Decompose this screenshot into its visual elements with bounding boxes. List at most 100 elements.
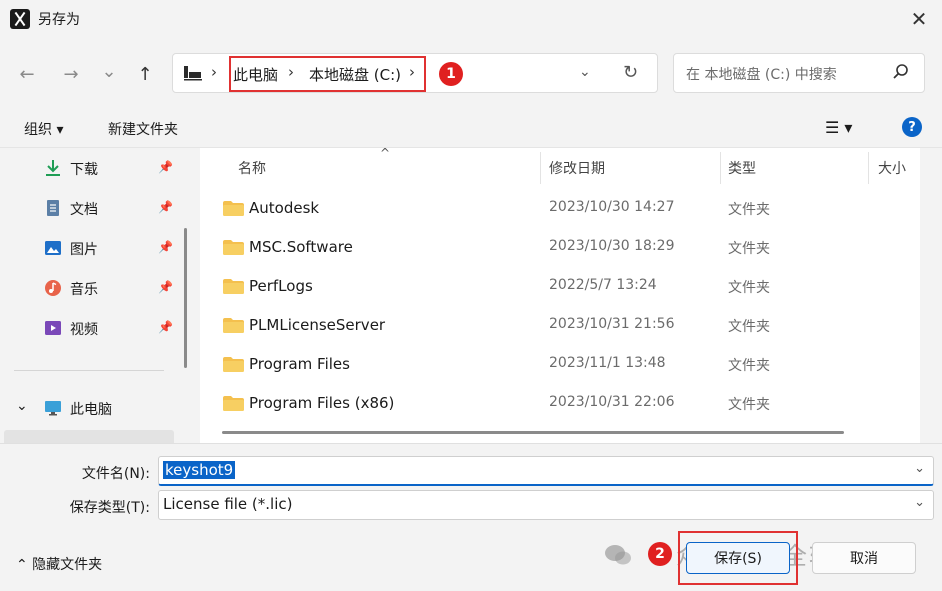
sort-ascending-icon: ^ — [380, 146, 391, 160]
computer-icon — [184, 66, 202, 81]
window-title: 另存为 — [38, 12, 80, 28]
file-modified: 2023/10/31 21:56 — [549, 316, 675, 332]
pin-icon[interactable]: 📌 — [158, 280, 173, 294]
title-bar: 另存为 ✕ — [0, 0, 942, 38]
file-modified: 2023/10/30 18:29 — [549, 238, 675, 254]
search-input[interactable]: 在 本地磁盘 (C:) 中搜索 — [686, 64, 837, 84]
navigation-bar: ← → ⌄ ↑ › 此电脑 › 本地磁盘 (C:) › 1 ⌄ ↻ 在 本地磁盘… — [0, 38, 942, 108]
sidebar-item-pictures[interactable]: 图片 📌 — [0, 230, 180, 266]
chevron-down-icon[interactable]: ⌄ — [914, 495, 925, 510]
close-button[interactable]: ✕ — [896, 0, 942, 38]
refresh-icon[interactable]: ↻ — [623, 62, 638, 83]
annotation-badge-2: 2 — [648, 542, 672, 566]
column-header-size[interactable]: 大小 — [878, 148, 906, 184]
sidebar-selected-item[interactable] — [4, 430, 174, 443]
horizontal-scrollbar[interactable] — [222, 431, 844, 434]
sidebar-item-label: 视频 — [70, 322, 98, 338]
file-type: 文件夹 — [728, 397, 770, 413]
file-modified: 2023/10/31 22:06 — [549, 394, 675, 410]
download-icon — [46, 160, 60, 176]
column-divider[interactable] — [720, 152, 721, 184]
column-divider[interactable] — [540, 152, 541, 184]
annotation-box-2 — [678, 531, 798, 585]
new-folder-button[interactable]: 新建文件夹 — [108, 119, 178, 139]
file-type: 文件夹 — [728, 280, 770, 296]
vertical-scrollbar-track[interactable] — [920, 148, 942, 443]
filename-field[interactable]: keyshot9 ⌄ — [158, 456, 934, 486]
sidebar-item-label: 此电脑 — [70, 402, 112, 418]
back-button[interactable]: ← — [12, 61, 42, 87]
help-icon[interactable]: ? — [902, 117, 922, 137]
command-bar: 组织 ▾ 新建文件夹 ☰ ▾ ? — [0, 108, 942, 148]
file-name: Autodesk — [249, 199, 320, 217]
sidebar-item-music[interactable]: 音乐 📌 — [0, 270, 180, 306]
sidebar-scrollbar[interactable] — [184, 228, 187, 368]
recent-locations-button[interactable]: ⌄ — [94, 58, 124, 84]
sidebar-item-this-pc[interactable]: ⌄ 此电脑 — [0, 390, 180, 426]
organize-button[interactable]: 组织 ▾ — [24, 119, 63, 139]
table-row[interactable]: MSC.Software 2023/10/30 18:29 文件夹 — [200, 227, 920, 266]
app-icon — [10, 9, 30, 29]
column-header-type[interactable]: 类型 — [728, 148, 756, 184]
column-header-name[interactable]: 名称 — [238, 148, 266, 184]
search-box[interactable]: 在 本地磁盘 (C:) 中搜索 — [673, 53, 925, 93]
file-name: Program Files — [249, 355, 350, 373]
view-options-button[interactable]: ☰ ▾ — [825, 118, 852, 137]
sidebar-item-label: 图片 — [70, 242, 98, 258]
picture-icon — [45, 241, 61, 255]
hide-folders-button[interactable]: ⌃ 隐藏文件夹 — [16, 554, 102, 574]
table-row[interactable]: Program Files 2023/11/1 13:48 文件夹 — [200, 344, 920, 383]
table-row[interactable]: Autodesk 2023/10/30 14:27 文件夹 — [200, 188, 920, 227]
filetype-label: 保存类型(T): — [69, 500, 150, 516]
filetype-select[interactable]: License file (*.lic) ⌄ — [158, 490, 934, 520]
folder-icon — [223, 396, 244, 411]
table-row[interactable]: Program Files (x86) 2023/10/31 22:06 文件夹 — [200, 383, 920, 422]
sidebar-item-videos[interactable]: 视频 📌 — [0, 310, 180, 346]
file-modified: 2023/11/1 13:48 — [549, 355, 666, 371]
folder-icon — [223, 357, 244, 372]
file-modified: 2023/10/30 14:27 — [549, 199, 675, 215]
file-type: 文件夹 — [728, 358, 770, 374]
video-icon — [45, 321, 61, 335]
file-type: 文件夹 — [728, 202, 770, 218]
navigation-pane: 下载 📌 文档 📌 图片 📌 音乐 📌 视频 📌 ⌄ 此电脑 — [0, 148, 196, 443]
file-name: Program Files (x86) — [249, 394, 395, 412]
address-bar[interactable]: › 此电脑 › 本地磁盘 (C:) › 1 ⌄ ↻ — [172, 53, 658, 93]
pin-icon[interactable]: 📌 — [158, 200, 173, 214]
table-row[interactable]: PLMLicenseServer 2023/10/31 21:56 文件夹 — [200, 305, 920, 344]
sidebar-item-label: 音乐 — [70, 282, 98, 298]
file-modified: 2022/5/7 13:24 — [549, 277, 657, 293]
file-name: MSC.Software — [249, 238, 353, 256]
pin-icon[interactable]: 📌 — [158, 240, 173, 254]
save-form: 文件名(N): keyshot9 ⌄ 保存类型(T): License file… — [0, 443, 942, 591]
expand-chevron-icon[interactable]: ⌄ — [16, 398, 28, 414]
file-list: ^ 名称 修改日期 类型 大小 Autodesk 2023/10/30 14:2… — [200, 146, 920, 443]
folder-icon — [223, 240, 244, 255]
pin-icon[interactable]: 📌 — [158, 320, 173, 334]
breadcrumb-separator-icon: › — [211, 63, 217, 81]
search-icon[interactable] — [892, 63, 910, 81]
monitor-icon — [45, 401, 61, 416]
address-dropdown-icon[interactable]: ⌄ — [579, 64, 591, 80]
music-icon — [45, 280, 61, 296]
file-type: 文件夹 — [728, 241, 770, 257]
sidebar-item-downloads[interactable]: 下载 📌 — [0, 150, 180, 186]
pin-icon[interactable]: 📌 — [158, 160, 173, 174]
table-row[interactable]: PerfLogs 2022/5/7 13:24 文件夹 — [200, 266, 920, 305]
chevron-down-icon[interactable]: ⌄ — [914, 461, 925, 476]
column-divider[interactable] — [868, 152, 869, 184]
column-header-modified[interactable]: 修改日期 — [549, 148, 605, 184]
sidebar-item-label: 下载 — [70, 162, 98, 178]
sidebar-item-documents[interactable]: 文档 📌 — [0, 190, 180, 226]
wechat-icon — [605, 545, 631, 565]
filename-input[interactable]: keyshot9 — [163, 461, 236, 479]
file-type: 文件夹 — [728, 319, 770, 335]
document-icon — [47, 200, 59, 216]
cancel-button[interactable]: 取消 — [812, 542, 916, 574]
sidebar-divider — [14, 370, 164, 371]
sidebar-item-label: 文档 — [70, 202, 98, 218]
up-button[interactable]: ↑ — [130, 61, 160, 87]
file-name: PLMLicenseServer — [249, 316, 386, 334]
folder-icon — [223, 318, 244, 333]
forward-button[interactable]: → — [56, 61, 86, 87]
